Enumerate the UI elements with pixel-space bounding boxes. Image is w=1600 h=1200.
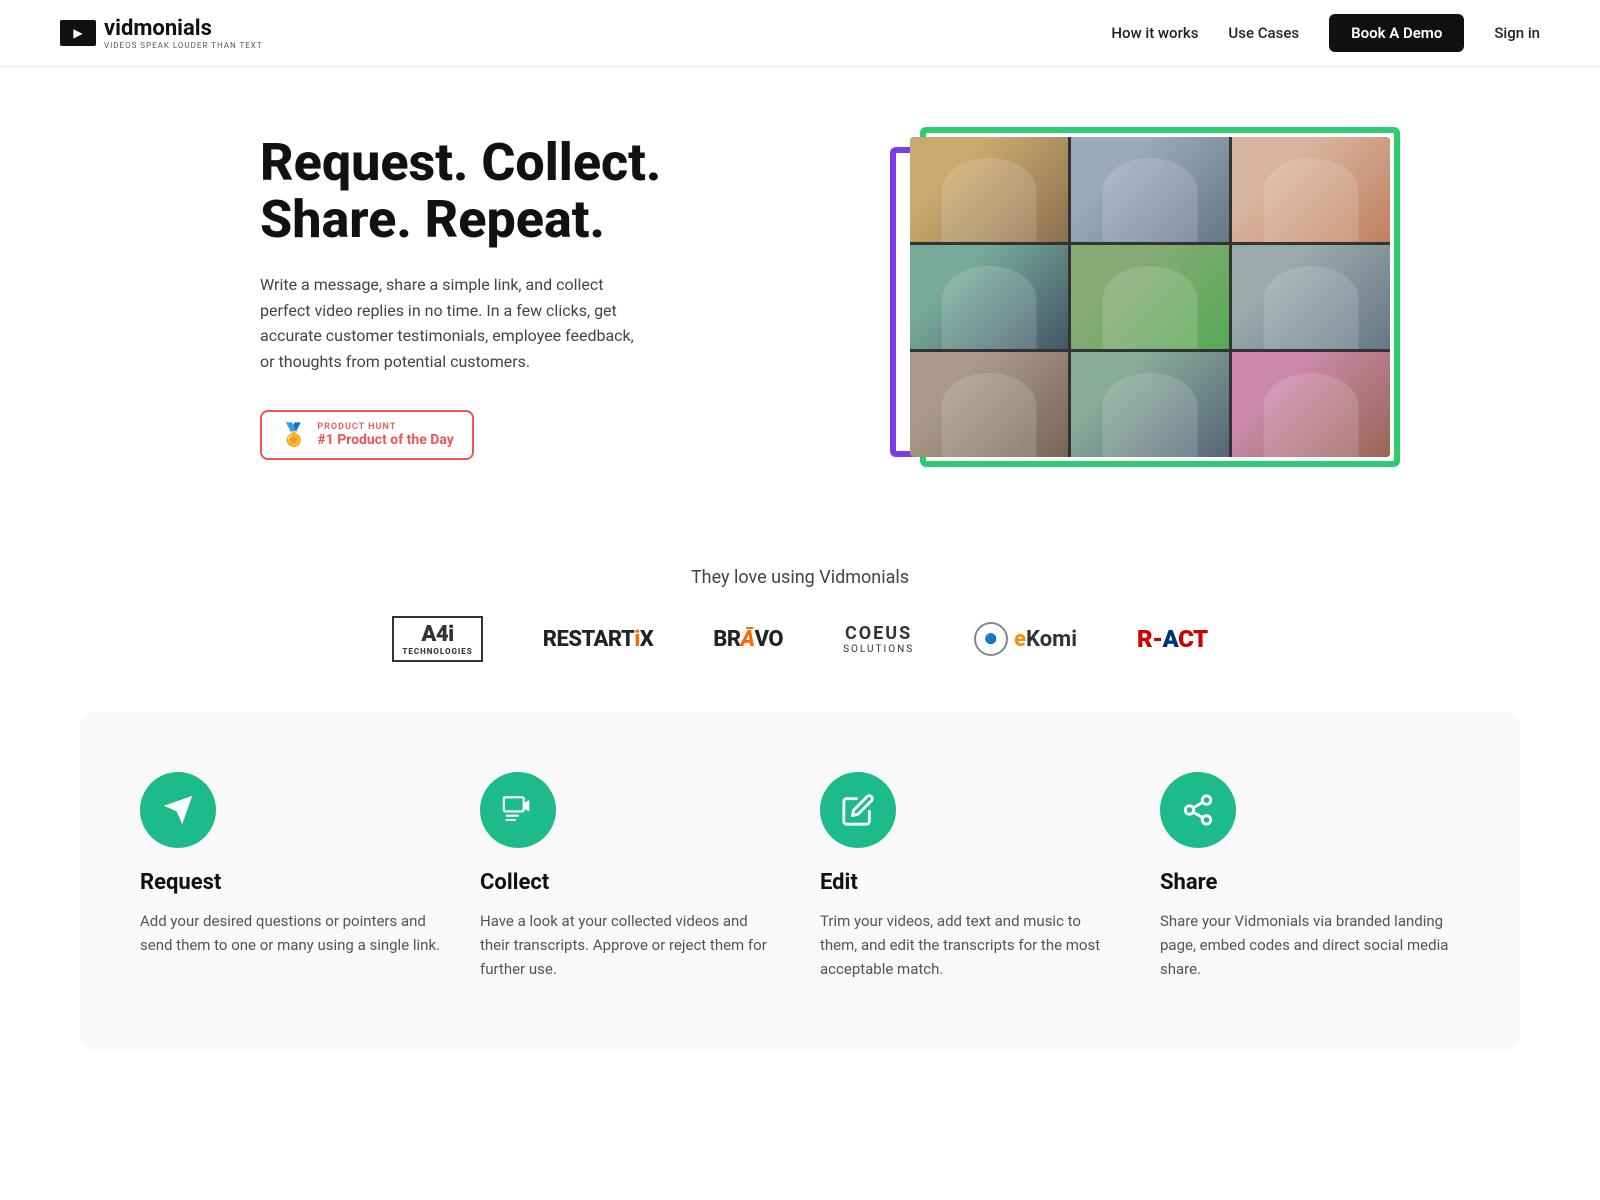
logos-row: A4i TECHNOLOGIES RESTARTiX BRĀVO COEUS S… <box>60 616 1540 662</box>
share-icon <box>1181 793 1215 827</box>
video-cell-7 <box>910 352 1068 457</box>
feature-share-desc: Share your Vidmonials via branded landin… <box>1160 909 1460 981</box>
logo-restartix: RESTARTiX <box>543 627 654 652</box>
logos-title: They love using Vidmonials <box>60 567 1540 588</box>
feature-edit-desc: Trim your videos, add text and music to … <box>820 909 1120 981</box>
collect-icon <box>501 793 535 827</box>
video-cell-2 <box>1071 137 1229 242</box>
video-cell-1 <box>910 137 1068 242</box>
logo[interactable]: vidmonials VIDEOS SPEAK LOUDER THAN TEXT <box>60 16 263 50</box>
feature-collect: Collect Have a look at your collected vi… <box>480 772 780 981</box>
edit-icon-circle <box>820 772 896 848</box>
video-cell-9 <box>1232 352 1390 457</box>
feature-edit: Edit Trim your videos, add text and musi… <box>820 772 1120 981</box>
feature-share-title: Share <box>1160 870 1460 895</box>
hero-content: Request. Collect. Share. Repeat. Write a… <box>260 134 740 461</box>
video-cell-8 <box>1071 352 1229 457</box>
feature-request-desc: Add your desired questions or pointers a… <box>140 909 440 957</box>
logo-name: vidmonials <box>104 16 263 41</box>
ph-title: #1 Product of the Day <box>317 432 453 448</box>
video-grid <box>910 137 1390 457</box>
logo-ekomi: 🔵 eKomi <box>974 622 1077 656</box>
navbar: vidmonials VIDEOS SPEAK LOUDER THAN TEXT… <box>0 0 1600 67</box>
book-demo-button[interactable]: Book A Demo <box>1329 14 1464 52</box>
feature-collect-desc: Have a look at your collected videos and… <box>480 909 780 981</box>
logo-text: vidmonials VIDEOS SPEAK LOUDER THAN TEXT <box>104 16 263 50</box>
feature-share: Share Share your Vidmonials via branded … <box>1160 772 1460 981</box>
nav-use-cases[interactable]: Use Cases <box>1228 24 1299 42</box>
video-cell-6 <box>1232 245 1390 350</box>
edit-icon <box>841 793 875 827</box>
logo-tagline: VIDEOS SPEAK LOUDER THAN TEXT <box>104 41 263 50</box>
video-grid-wrapper <box>900 127 1380 447</box>
ph-label: PRODUCT HUNT <box>317 422 453 432</box>
send-icon <box>161 793 195 827</box>
request-icon-circle <box>140 772 216 848</box>
logo-coeus: COEUS SOLUTIONS <box>843 623 914 655</box>
nav-how-it-works[interactable]: How it works <box>1111 24 1198 42</box>
logos-section: They love using Vidmonials A4i TECHNOLOG… <box>0 527 1600 712</box>
logo-a4i: A4i TECHNOLOGIES <box>392 616 482 662</box>
logo-react: R-ACT <box>1137 625 1208 653</box>
collect-icon-circle <box>480 772 556 848</box>
logo-bravo: BRĀVO <box>713 627 783 652</box>
hero-section: Request. Collect. Share. Repeat. Write a… <box>100 67 1500 527</box>
feature-collect-title: Collect <box>480 870 780 895</box>
video-cell-5 <box>1071 245 1229 350</box>
medal-icon: 🏅 <box>280 423 307 448</box>
ph-text: PRODUCT HUNT #1 Product of the Day <box>317 422 453 448</box>
feature-request-title: Request <box>140 870 440 895</box>
video-cell-3 <box>1232 137 1390 242</box>
features-section: Request Add your desired questions or po… <box>80 712 1520 1051</box>
feature-request: Request Add your desired questions or po… <box>140 772 440 981</box>
features-grid: Request Add your desired questions or po… <box>140 772 1460 981</box>
share-icon-circle <box>1160 772 1236 848</box>
nav-links: How it works Use Cases Book A Demo Sign … <box>1111 14 1540 52</box>
logo-icon <box>60 20 96 46</box>
hero-title: Request. Collect. Share. Repeat. <box>260 134 740 248</box>
product-hunt-badge[interactable]: 🏅 PRODUCT HUNT #1 Product of the Day <box>260 410 474 460</box>
hero-description: Write a message, share a simple link, an… <box>260 272 640 374</box>
video-cell-4 <box>910 245 1068 350</box>
hero-visual <box>900 127 1420 467</box>
signin-link[interactable]: Sign in <box>1494 24 1540 42</box>
feature-edit-title: Edit <box>820 870 1120 895</box>
